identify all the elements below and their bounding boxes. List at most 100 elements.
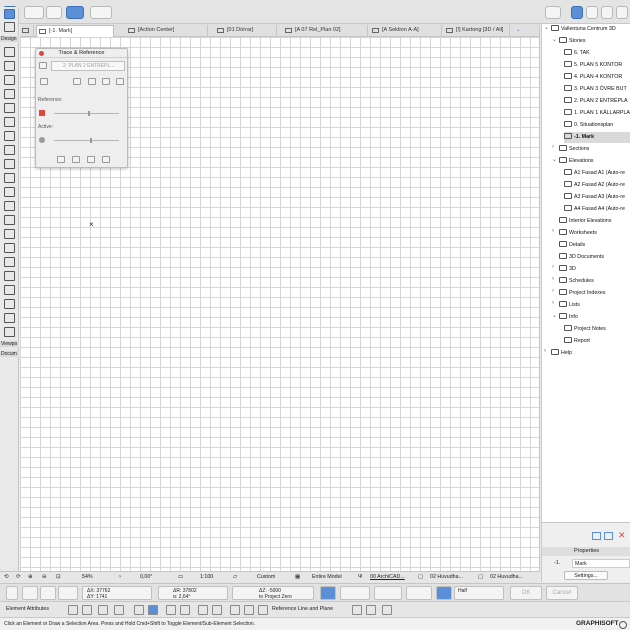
tab-rel-plan[interactable]: [A 07 Rel_Plan 02]	[283, 25, 368, 37]
lamp-tool-icon[interactable]	[4, 285, 15, 295]
nav-help[interactable]: Help	[551, 348, 630, 359]
curtain-wall-tool-icon[interactable]	[4, 229, 15, 239]
nav-interior-elevations[interactable]: Interior Elevations	[559, 216, 630, 227]
new-view-icon[interactable]	[592, 532, 601, 540]
reference-source-field[interactable]: 2. PLAN 2 ENTRÉPL...	[51, 61, 125, 71]
stair-tool-icon[interactable]	[4, 201, 15, 211]
drawing-scale[interactable]: 1:100	[200, 572, 213, 583]
nav-story-selected[interactable]: -1. Mark	[564, 132, 630, 143]
tab-dorrar[interactable]: [01 Dörrar]	[215, 25, 277, 37]
graphic-override-icon[interactable]: ▢	[418, 572, 423, 583]
undo-zoom-icon[interactable]: ⟲	[4, 572, 8, 583]
wall-tool-icon[interactable]	[4, 47, 15, 57]
chevron-right-icon[interactable]: ›	[552, 264, 554, 270]
nav-worksheets[interactable]: Worksheets	[559, 228, 630, 239]
grid-snap-icon[interactable]	[148, 605, 158, 615]
marquee-tool-icon[interactable]	[4, 22, 15, 32]
shell-tool-icon[interactable]	[4, 131, 15, 141]
close-info-icon[interactable]	[6, 586, 18, 600]
chevron-right-icon[interactable]: ›	[552, 228, 554, 234]
dimension-icon[interactable]	[366, 605, 376, 615]
elevation-arrow-icon[interactable]	[166, 605, 176, 615]
nav-project-root[interactable]: Vallentuna Centrum 3D	[551, 24, 630, 35]
geometry-method-icon[interactable]	[22, 586, 38, 600]
trace-toggle-icon[interactable]	[39, 62, 47, 69]
surface-icon[interactable]	[114, 605, 124, 615]
chevron-down-icon[interactable]: ⌄	[552, 36, 557, 43]
chevron-right-icon[interactable]: ›	[552, 276, 554, 282]
guide-options-icon[interactable]	[340, 586, 370, 600]
layer-combination[interactable]: Custom	[257, 572, 275, 583]
tab-kartong[interactable]: [!] Kartong [3D / All]	[444, 25, 510, 37]
home-icon[interactable]	[244, 605, 254, 615]
window-tool-icon[interactable]	[4, 75, 15, 85]
nav-story[interactable]: 1. PLAN 1 KÄLLARPLA	[564, 108, 630, 119]
nav-sections[interactable]: Sections	[559, 144, 630, 155]
nav-3d[interactable]: 3D	[559, 264, 630, 275]
reference-intensity-slider[interactable]	[54, 113, 119, 114]
properties-name-field[interactable]: Mark	[572, 559, 630, 568]
nav-story[interactable]: 5. PLAN 5 KONTOR	[564, 60, 630, 71]
nav-elevation[interactable]: A3 Fasad A3 (Auto-re	[564, 192, 630, 203]
pen-icon[interactable]	[82, 605, 92, 615]
active-intensity-slider[interactable]	[54, 140, 119, 141]
cancel-button[interactable]: Cancel	[546, 586, 578, 600]
compare-icon[interactable]	[72, 156, 80, 163]
nav-story[interactable]: 3. PLAN 3 ÖVRE BUT	[564, 84, 630, 95]
marquee-button[interactable]	[46, 6, 62, 19]
nav-story[interactable]: 4. PLAN 4 KONTOR	[564, 72, 630, 83]
zone-tool-icon[interactable]	[4, 187, 15, 197]
nav-3d-documents[interactable]: 3D Documents	[559, 252, 630, 263]
reference-line-icon[interactable]	[258, 605, 268, 615]
rotate-reference-icon[interactable]	[88, 78, 96, 85]
beam-tool-icon[interactable]	[4, 159, 15, 169]
grid-tool-icon[interactable]	[4, 299, 15, 309]
display-icon[interactable]	[352, 605, 362, 615]
layer-icon[interactable]: ▱	[233, 572, 237, 583]
project-map-icon[interactable]	[571, 6, 583, 19]
renovation-icon[interactable]: ▢	[478, 572, 483, 583]
nav-story[interactable]: 0. Situationsplan	[564, 120, 630, 131]
active-color-swatch[interactable]	[39, 137, 45, 143]
roof-tool-icon[interactable]	[4, 117, 15, 127]
nav-elevation[interactable]: A2 Fasad A2 (Auto-re	[564, 180, 630, 191]
edit-icon[interactable]	[230, 605, 240, 615]
ok-button[interactable]: OK	[510, 586, 542, 600]
renovation-filter[interactable]: 02 Huvudha...	[490, 572, 523, 583]
chevron-right-icon[interactable]: ›	[544, 348, 546, 354]
more-icon[interactable]	[382, 605, 392, 615]
slab-tool-icon[interactable]	[4, 103, 15, 113]
slider-knob[interactable]	[90, 138, 92, 143]
settings-button[interactable]: Settings...	[564, 571, 608, 580]
camera-icon[interactable]	[212, 605, 222, 615]
overlay-icon[interactable]	[87, 156, 95, 163]
snap-guide-icon[interactable]	[436, 586, 452, 600]
snap-icon[interactable]	[320, 586, 336, 600]
pen-set-icon[interactable]: Ψ	[358, 572, 362, 583]
nav-elevation[interactable]: A4 Fasad A4 (Auto-re	[564, 204, 630, 215]
chevron-right-icon[interactable]: ›	[552, 288, 554, 294]
zoom-out-icon[interactable]: ⊖	[42, 572, 46, 583]
door-tool-icon[interactable]	[4, 61, 15, 71]
graphic-override[interactable]: 02 Huvudha...	[430, 572, 463, 583]
reference-menu-icon[interactable]	[102, 156, 110, 163]
chevron-down-icon[interactable]: ⌄	[544, 24, 549, 31]
column-tool-icon[interactable]	[4, 173, 15, 183]
scale-icon[interactable]: ▭	[178, 572, 183, 583]
line-type-icon[interactable]	[134, 605, 144, 615]
zoom-level[interactable]: 54%	[82, 572, 93, 583]
view-map-icon[interactable]	[586, 6, 598, 19]
tab-mark[interactable]: [-1. Mark]	[36, 25, 114, 37]
orientation-icon[interactable]: ◔	[118, 572, 121, 583]
move-reference-icon[interactable]	[73, 78, 81, 85]
switch-reference-icon[interactable]	[40, 78, 48, 85]
nav-stories[interactable]: Stories	[559, 36, 630, 47]
measure-icon[interactable]	[406, 586, 432, 600]
pen-set[interactable]: 00 ArchiCAD...	[370, 572, 405, 583]
clone-view-icon[interactable]	[604, 532, 613, 540]
zoom-in-icon[interactable]: ⊕	[28, 572, 32, 583]
nav-story[interactable]: 6. TAK	[564, 48, 630, 59]
nav-story[interactable]: 2. PLAN 2 ENTRÉPLA	[564, 96, 630, 107]
selection-mode-button[interactable]	[24, 6, 44, 19]
arrow-option-icon[interactable]	[40, 586, 56, 600]
